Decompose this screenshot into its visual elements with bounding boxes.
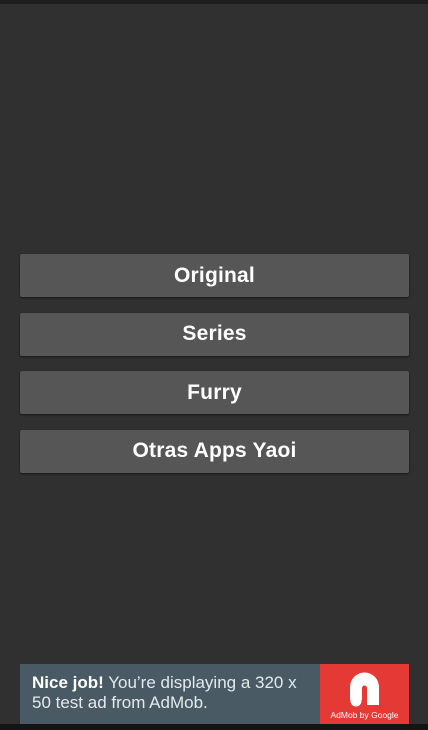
- navigation-bar: [0, 724, 428, 730]
- other-apps-button[interactable]: Otras Apps Yaoi: [20, 429, 409, 473]
- ad-text: Nice job! You’re displaying a 320 x 50 t…: [20, 664, 320, 724]
- ad-banner[interactable]: Nice job! You’re displaying a 320 x 50 t…: [20, 664, 409, 724]
- original-button[interactable]: Original: [20, 254, 409, 297]
- ad-logo: AdMob by Google: [320, 664, 409, 724]
- series-button[interactable]: Series: [20, 312, 409, 356]
- main-menu: Original Series Furry Otras Apps Yaoi: [20, 254, 409, 488]
- admob-icon: [350, 672, 379, 707]
- ad-logo-caption: AdMob by Google: [330, 710, 399, 720]
- status-bar: [0, 0, 428, 4]
- furry-button[interactable]: Furry: [20, 371, 409, 414]
- ad-headline: Nice job!: [32, 673, 104, 692]
